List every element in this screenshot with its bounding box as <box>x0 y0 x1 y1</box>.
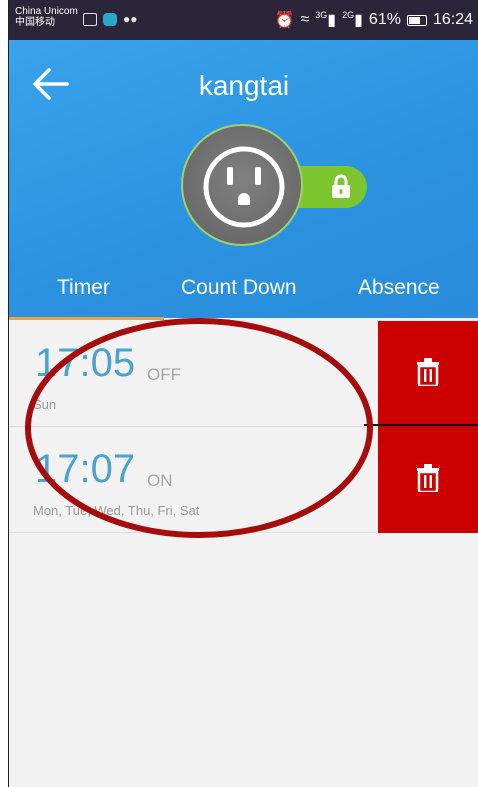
page-title: kangtai <box>198 70 290 101</box>
signal-2-label: 2G <box>342 10 355 20</box>
timer-days: Sun <box>33 397 57 412</box>
power-outlet-button[interactable] <box>181 124 303 246</box>
timer-row[interactable]: 17:05 OFF Sun <box>9 321 478 427</box>
signal-1-label: 3G <box>315 10 328 20</box>
delete-button[interactable] <box>378 427 478 533</box>
image-notification-icon <box>83 13 97 26</box>
battery-icon <box>406 14 427 26</box>
tab-absence[interactable]: Absence <box>358 276 440 300</box>
carrier-line-2: 中国移动 <box>15 17 55 28</box>
timer-list: 17:05 OFF Sun 17:07 ON Mon, Tue, Wed, Th… <box>9 321 478 533</box>
signal-icon-1: 3G▮ <box>315 10 337 29</box>
delete-button[interactable] <box>378 321 478 427</box>
notification-icons: ●● <box>83 12 138 26</box>
alarm-icon: ⏰ <box>274 12 295 29</box>
timer-days: Mon, Tue, Wed, Thu, Fri, Sat <box>33 503 200 518</box>
tab-count-down[interactable]: Count Down <box>181 276 297 300</box>
lock-icon <box>332 174 350 198</box>
device-header: kangtai Timer Count Down Absence <box>9 40 478 320</box>
carrier-info: China Unicom 中国移动 <box>15 6 78 28</box>
app-notification-icon <box>103 13 117 26</box>
battery-percent: 61% <box>368 11 401 28</box>
timer-time: 17:07 <box>35 447 136 491</box>
mode-tabs: Timer Count Down Absence <box>9 276 478 318</box>
timer-row[interactable]: 17:07 ON Mon, Tue, Wed, Thu, Fri, Sat <box>9 427 478 533</box>
tab-timer[interactable]: Timer <box>57 276 110 300</box>
wifi-icon: ≈ <box>300 11 310 28</box>
device-plug-control[interactable] <box>181 124 371 250</box>
status-bar: China Unicom 中国移动 ●● ⏰ ≈ 3G▮ 2G▮ 61% 16:… <box>9 0 478 40</box>
power-outlet-icon <box>203 146 285 228</box>
carrier-line-1: China Unicom <box>15 6 78 17</box>
active-tab-indicator <box>9 317 164 320</box>
timer-state: ON <box>147 471 173 490</box>
timer-state: OFF <box>147 365 181 384</box>
status-right: ⏰ ≈ 3G▮ 2G▮ 61% 16:24 <box>275 10 473 30</box>
timer-time: 17:05 <box>35 341 136 385</box>
row-divider <box>364 424 478 426</box>
signal-icon-2: 2G▮ <box>342 10 363 29</box>
trash-icon <box>417 464 439 492</box>
chat-notification-icon: ●● <box>123 12 138 26</box>
trash-icon <box>417 358 439 386</box>
app-screen: China Unicom 中国移动 ●● ⏰ ≈ 3G▮ 2G▮ 61% 16:… <box>8 0 478 787</box>
clock: 16:24 <box>432 11 473 28</box>
